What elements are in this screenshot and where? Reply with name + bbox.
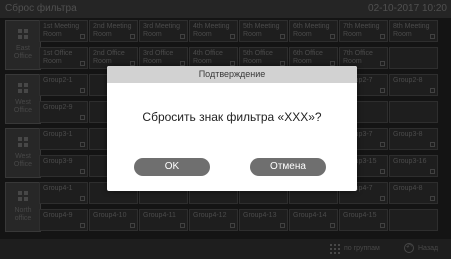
confirm-dialog: Подтверждение Сбросить знак фильтра «XXX… xyxy=(107,66,357,191)
cancel-button[interactable]: Отмена xyxy=(250,158,326,176)
dialog-message: Сбросить знак фильтра «XXX»? xyxy=(142,110,322,124)
ok-button[interactable]: OK xyxy=(134,158,210,176)
dialog-title: Подтверждение xyxy=(107,66,357,83)
